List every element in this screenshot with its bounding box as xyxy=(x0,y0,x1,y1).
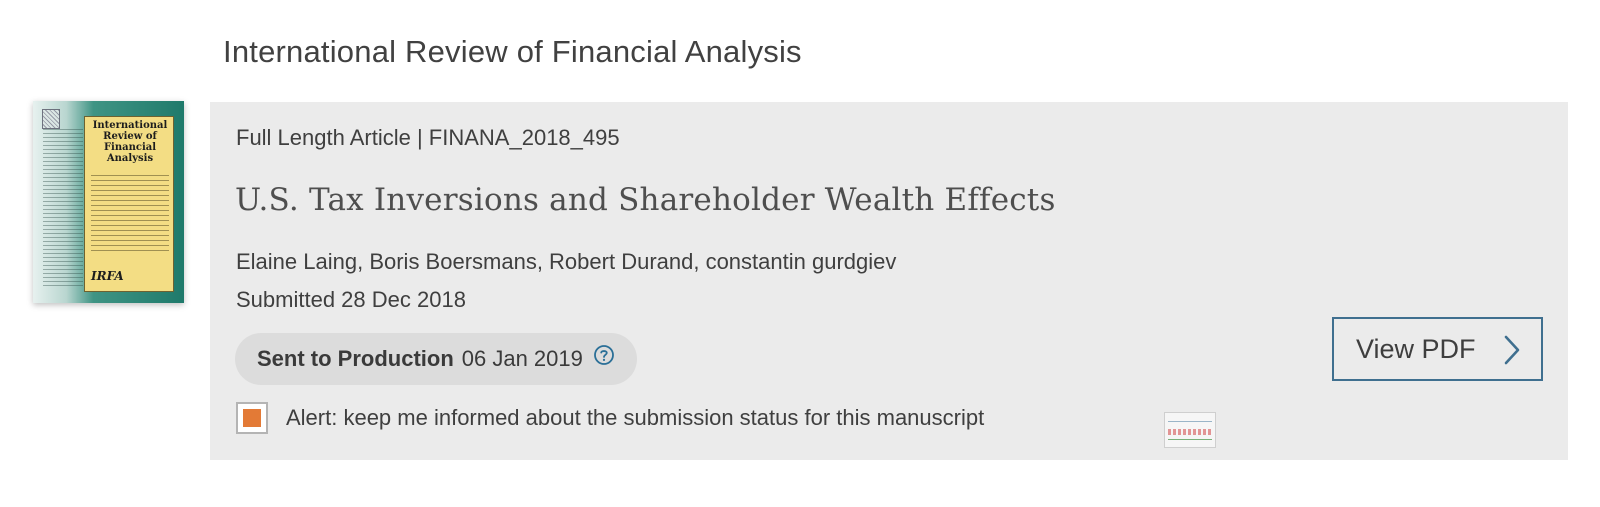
alert-checkbox[interactable] xyxy=(236,402,268,434)
article-authors: Elaine Laing, Boris Boersmans, Robert Du… xyxy=(236,249,897,274)
status-label: Sent to Production xyxy=(257,346,454,371)
journal-title: International Review of Financial Analys… xyxy=(223,34,802,69)
cover-publisher-logo xyxy=(42,109,60,129)
thumbnail-line xyxy=(1168,439,1212,440)
thumbnail-line xyxy=(1168,429,1212,435)
article-meta: Full Length Article | FINANA_2018_495 xyxy=(236,125,620,150)
article-card: Full Length Article | FINANA_2018_495 U.… xyxy=(210,102,1568,460)
cover-abbreviation: IRFA xyxy=(91,269,124,283)
thumbnail-preview xyxy=(1164,412,1216,448)
status-badge: Sent to Production 06 Jan 2019 xyxy=(235,333,637,385)
status-date: 06 Jan 2019 xyxy=(461,346,583,371)
alert-row: Alert: keep me informed about the submis… xyxy=(236,402,984,434)
journal-cover-image: International Review of Financial Analys… xyxy=(33,101,184,303)
view-pdf-button[interactable]: View PDF xyxy=(1332,317,1543,381)
question-circle-icon[interactable] xyxy=(593,344,615,366)
cover-journal-name: International Review of Financial Analys… xyxy=(92,120,168,164)
cover-side-text xyxy=(43,129,83,289)
article-title: U.S. Tax Inversions and Shareholder Weal… xyxy=(235,182,1056,218)
cover-contents xyxy=(91,175,169,253)
cover-panel: International Review of Financial Analys… xyxy=(84,116,174,292)
alert-label: Alert: keep me informed about the submis… xyxy=(286,405,985,430)
thumbnail-line xyxy=(1168,421,1212,422)
view-pdf-label: View PDF xyxy=(1356,333,1476,364)
chevron-right-icon xyxy=(1504,335,1520,365)
checkbox-checked-indicator xyxy=(243,409,261,427)
article-submitted-date: Submitted 28 Dec 2018 xyxy=(236,287,466,312)
